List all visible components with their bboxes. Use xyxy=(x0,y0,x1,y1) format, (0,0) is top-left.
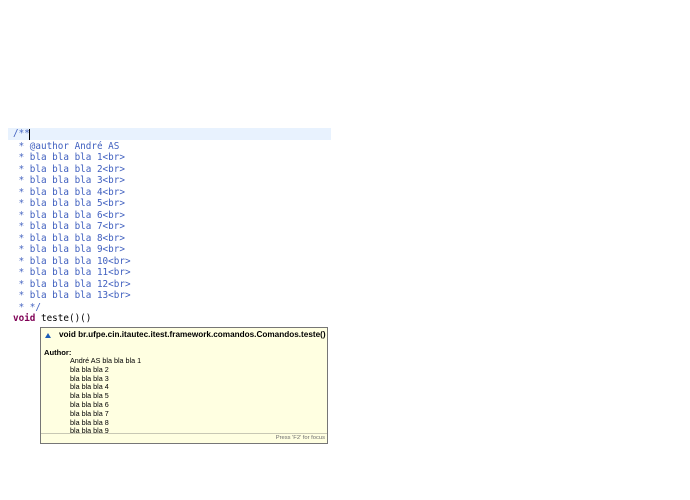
method-declaration: void teste()() xyxy=(13,313,91,325)
hover-signature: void br.ufpe.cin.itautec.itest.framework… xyxy=(59,330,326,339)
author-label: Author: xyxy=(44,348,72,357)
text-caret xyxy=(29,129,30,140)
focus-hint: Press 'F2' for focus xyxy=(275,435,325,441)
javadoc-line: * bla bla bla 11<br> xyxy=(13,267,131,278)
javadoc-open: /** xyxy=(13,128,30,139)
javadoc-line: * bla bla bla 5<br> xyxy=(13,198,125,209)
javadoc-line: * bla bla bla 1<br> xyxy=(13,152,125,163)
void-keyword: void xyxy=(13,313,36,324)
method-signature-text[interactable]: teste()() xyxy=(35,313,91,324)
javadoc-line: * bla bla bla 3<br> xyxy=(13,175,125,186)
hover-header: void br.ufpe.cin.itautec.itest.framework… xyxy=(41,328,327,344)
method-triangle-icon xyxy=(45,333,51,338)
hover-status-bar: Press 'F2' for focus xyxy=(41,433,327,443)
current-line-highlight xyxy=(8,128,331,140)
javadoc-line: * bla bla bla 13<br> xyxy=(13,290,131,301)
hover-doc-lines: André AS bla bla bla 1 bla bla bla 2 bla… xyxy=(70,356,141,436)
javadoc-line: * bla bla bla 9<br> xyxy=(13,244,125,255)
javadoc-hover-popup[interactable]: void br.ufpe.cin.itautec.itest.framework… xyxy=(40,327,328,444)
javadoc-line: * bla bla bla 7<br> xyxy=(13,221,125,232)
